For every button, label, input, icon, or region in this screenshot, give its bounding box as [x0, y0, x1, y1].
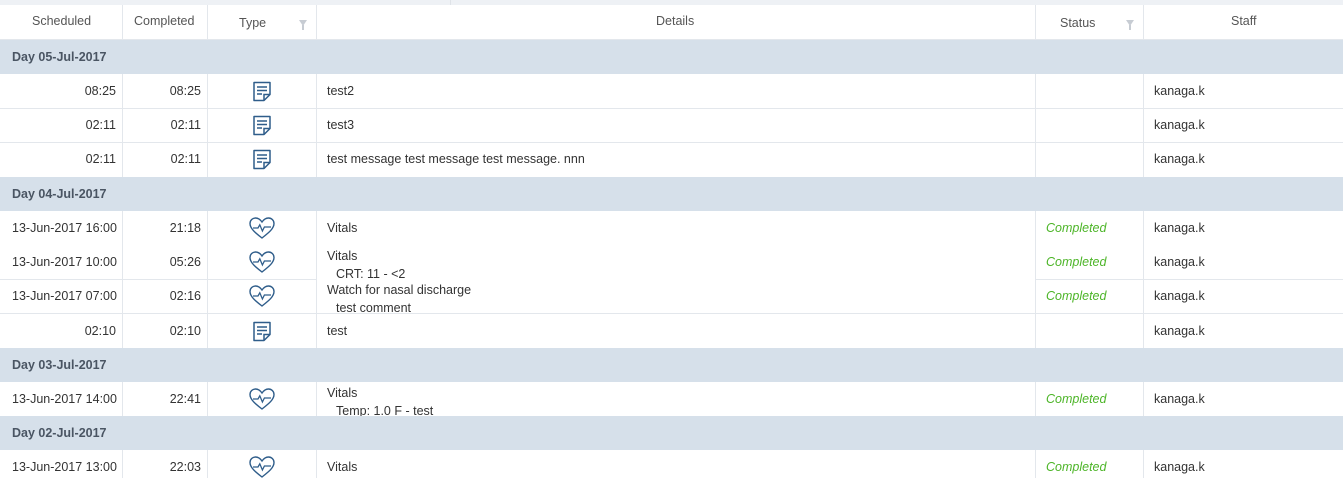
type-filter-icon[interactable]	[299, 20, 307, 30]
scheduled-cell: 02:10	[84, 324, 116, 338]
scheduled-cell: 13-Jun-2017 10:00	[12, 255, 117, 269]
details-cell: Vitals	[327, 460, 358, 474]
day-group-header[interactable]: Day 05-Jul-2017	[0, 40, 1343, 74]
completed-cell: 02:10	[169, 324, 201, 338]
completed-cell: 02:16	[169, 289, 201, 303]
completed-cell: 22:03	[169, 460, 201, 474]
staff-cell: kanaga.k	[1154, 392, 1205, 406]
status-badge: Completed	[1046, 289, 1107, 303]
day-group-label: Day 02-Jul-2017	[12, 426, 107, 440]
heart-pulse-icon	[249, 388, 275, 410]
col-header-staff[interactable]: Staff	[1231, 14, 1256, 28]
col-header-scheduled[interactable]: Scheduled	[32, 14, 91, 28]
note-icon	[253, 115, 271, 136]
details-cell: Vitals	[327, 386, 358, 400]
col-header-details[interactable]: Details	[656, 14, 694, 28]
staff-cell: kanaga.k	[1154, 118, 1205, 132]
heart-pulse-icon	[249, 285, 275, 307]
heart-pulse-icon	[249, 217, 275, 239]
staff-cell: kanaga.k	[1154, 255, 1205, 269]
staff-cell: kanaga.k	[1154, 84, 1205, 98]
scheduled-cell: 13-Jun-2017 16:00	[12, 221, 117, 235]
day-group-label: Day 05-Jul-2017	[12, 50, 107, 64]
details-cell: Vitals	[327, 221, 358, 235]
details-cell: Vitals	[327, 249, 358, 263]
col-header-status[interactable]: Status	[1060, 16, 1095, 30]
day-group-body: 13-Jun-2017 14:00 22:41 Vitals Temp: 1.0…	[0, 382, 1343, 418]
status-badge: Completed	[1046, 221, 1107, 235]
day-group-label: Day 04-Jul-2017	[12, 187, 107, 201]
scheduled-cell: 13-Jun-2017 14:00	[12, 392, 117, 406]
staff-cell: kanaga.k	[1154, 324, 1205, 338]
scheduled-cell: 02:11	[85, 152, 116, 166]
heart-pulse-icon	[249, 456, 275, 478]
day-group-header[interactable]: Day 04-Jul-2017	[0, 177, 1343, 211]
note-icon	[253, 81, 271, 102]
details-subtext: CRT: 11 - <2	[336, 267, 406, 281]
scheduled-cell: 02:11	[85, 118, 116, 132]
staff-cell: kanaga.k	[1154, 460, 1205, 474]
staff-cell: kanaga.k	[1154, 152, 1205, 166]
status-badge: Completed	[1046, 392, 1107, 406]
completed-cell: 21:18	[169, 221, 201, 235]
col-header-type[interactable]: Type	[239, 16, 266, 30]
scheduled-cell: 13-Jun-2017 13:00	[12, 460, 117, 474]
day-group-body: 08:25 08:25 test2 kanaga.k 02:11 02:11 t…	[0, 74, 1343, 177]
day-group-header[interactable]: Day 02-Jul-2017	[0, 416, 1343, 450]
day-group-body: 13-Jun-2017 16:00 21:18 Vitals Completed…	[0, 211, 1343, 348]
note-icon	[253, 149, 271, 170]
scheduled-cell: 13-Jun-2017 07:00	[12, 289, 117, 303]
day-group-header[interactable]: Day 03-Jul-2017	[0, 348, 1343, 382]
col-header-completed[interactable]: Completed	[134, 14, 194, 28]
completed-cell: 08:25	[169, 84, 201, 98]
staff-cell: kanaga.k	[1154, 221, 1205, 235]
details-cell: test message test message test message. …	[327, 152, 585, 166]
staff-cell: kanaga.k	[1154, 289, 1205, 303]
day-group-body: 13-Jun-2017 13:00 22:03 Vitals Completed…	[0, 450, 1343, 478]
note-icon	[253, 321, 271, 342]
completed-cell: 22:41	[169, 392, 201, 406]
completed-cell: 02:11	[170, 152, 201, 166]
details-cell: test2	[327, 84, 355, 98]
heart-pulse-icon	[249, 251, 275, 273]
details-cell: Watch for nasal discharge	[327, 283, 472, 297]
details-cell: test	[327, 324, 348, 338]
status-badge: Completed	[1046, 460, 1107, 474]
completed-cell: 02:11	[170, 118, 201, 132]
scheduled-cell: 08:25	[84, 84, 116, 98]
day-group-label: Day 03-Jul-2017	[12, 358, 107, 372]
details-cell: test3	[327, 118, 355, 132]
status-badge: Completed	[1046, 255, 1107, 269]
details-subtext: test comment	[336, 301, 412, 315]
table-header: Scheduled Completed Type Details Status …	[0, 5, 1343, 40]
completed-cell: 05:26	[169, 255, 201, 269]
status-filter-icon[interactable]	[1126, 20, 1134, 30]
